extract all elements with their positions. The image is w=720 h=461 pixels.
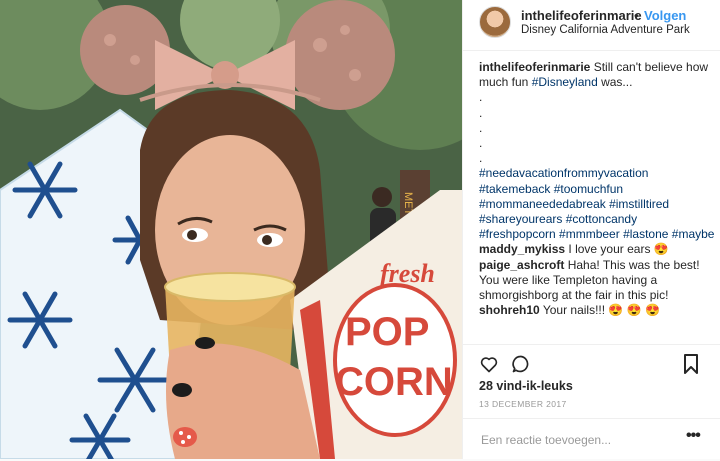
comment: maddy_mykiss I love your ears 😍 [479,242,715,257]
bookmark-icon[interactable] [683,354,699,374]
speech-bubble-icon[interactable] [511,354,531,374]
post-actions: 28 vind-ik-leuks 13 DECEMBER 2017 ••• [463,344,720,460]
caption-dot: . [479,90,483,105]
post-header: inthelifeoferinmarie • Volgen Disney Cal… [463,0,720,51]
caption-dot: . [479,151,483,166]
popcorn-corn: CORN [335,360,453,404]
comment-text: I love your ears 😍 [568,242,669,257]
post-side-panel: inthelifeoferinmarie • Volgen Disney Cal… [462,0,720,459]
comment-username[interactable]: maddy_mykiss [479,242,565,256]
caption-username[interactable]: inthelifeoferinmarie [479,60,590,74]
comment-username[interactable]: paige_ashcroft [479,258,564,272]
hashtag-line[interactable]: #shareyourears #cottoncandy [479,212,715,227]
caption-dots: . . . . . [479,90,715,166]
hashtag-line[interactable]: #mommaneededabreak #imstilltired [479,197,715,212]
header-username[interactable]: inthelifeoferinmarie [521,8,642,23]
comment-text: Your nails!!! 😍 😍 😍 [542,303,660,318]
header-separator: • [634,8,639,23]
heart-icon[interactable] [479,354,499,374]
comment: paige_ashcroft Haha! This was the best! … [479,258,715,304]
comment-input[interactable] [479,429,683,451]
post-date: 13 DECEMBER 2017 [479,399,567,409]
popcorn-pop: POP [345,310,429,354]
caption: inthelifeoferinmarie Still can't believe… [479,60,715,90]
comments-section: inthelifeoferinmarie Still can't believe… [479,60,715,318]
add-comment-bar: ••• [463,418,720,461]
avatar[interactable] [479,6,511,38]
hashtag-line[interactable]: #takemeback #toomuchfun [479,182,715,197]
likes-count[interactable]: 28 vind-ik-leuks [479,379,573,393]
caption-dot: . [479,105,483,120]
comment-username[interactable]: shohreh10 [479,303,540,317]
caption-text-end: was... [601,75,633,90]
photo-illustration: MET fresh POP CORN [0,0,462,459]
popcorn-fresh: fresh [380,259,435,288]
follow-button[interactable]: Volgen [644,8,686,23]
caption-dot: . [479,135,483,150]
comment: shohreh10 Your nails!!! 😍 😍 😍 [479,303,715,318]
hashtag-line[interactable]: #freshpopcorn #mmmbeer #lastone #maybe [479,227,715,242]
caption-hashtag-disneyland[interactable]: #Disneyland [532,75,598,89]
post-photo[interactable]: MET fresh POP CORN [0,0,462,459]
caption-hashtags: #needavacationfrommyvacation #takemeback… [479,166,715,242]
hashtag-line[interactable]: #needavacationfrommyvacation [479,166,715,181]
instagram-post: MET fresh POP CORN inthelifeoferinmarie … [0,0,720,459]
caption-dot: . [479,120,483,135]
location-link[interactable]: Disney California Adventure Park [521,24,690,36]
more-options-icon[interactable]: ••• [686,427,701,445]
